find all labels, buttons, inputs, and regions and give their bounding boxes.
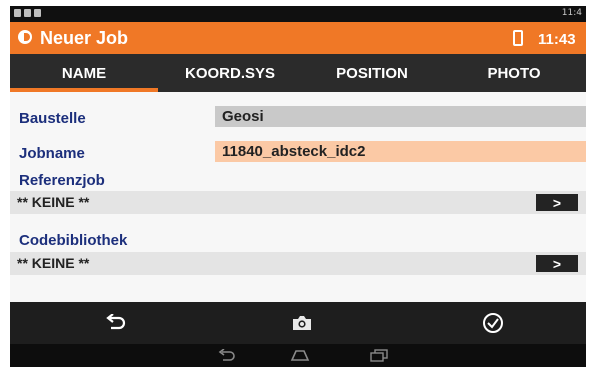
- referenzjob-picker[interactable]: ** KEINE ** >: [10, 191, 586, 214]
- codebibliothek-value: ** KEINE **: [17, 255, 90, 271]
- nav-back-icon[interactable]: [218, 349, 236, 362]
- clock: 11:43: [538, 31, 576, 48]
- tab-position[interactable]: POSITION: [302, 54, 442, 92]
- action-bar: Neuer Job 11:43: [10, 22, 586, 54]
- undo-arrow-icon[interactable]: [105, 314, 127, 332]
- checkmark-circle-icon[interactable]: [482, 312, 504, 334]
- status-bar: 11:4: [10, 6, 586, 22]
- system-nav-bar: [10, 344, 586, 367]
- notification-icon: [34, 9, 41, 17]
- referenzjob-value: ** KEINE **: [17, 194, 90, 210]
- codebibliothek-label: Codebibliothek: [19, 232, 128, 249]
- device-screen: 11:4 Neuer Job 11:43 NAME KOORD.SYS POSI…: [10, 6, 586, 367]
- baustelle-label: Baustelle: [19, 110, 86, 127]
- bottom-action-bar: [10, 302, 586, 344]
- job-form: Baustelle Geosi Jobname 11840_absteck_id…: [10, 92, 586, 302]
- codebibliothek-picker[interactable]: ** KEINE ** >: [10, 252, 586, 275]
- app-logo-icon: [18, 30, 32, 44]
- jobname-label: Jobname: [19, 145, 85, 162]
- nav-recent-apps-icon[interactable]: [370, 349, 388, 362]
- tab-photo[interactable]: PHOTO: [442, 54, 586, 92]
- referenzjob-select-button[interactable]: >: [536, 194, 578, 211]
- status-time: 11:4: [561, 8, 582, 18]
- baustelle-field: Geosi: [215, 106, 586, 127]
- tab-name[interactable]: NAME: [10, 54, 158, 92]
- page-title: Neuer Job: [40, 28, 129, 48]
- notification-icon: [24, 9, 31, 17]
- tab-bar: NAME KOORD.SYS POSITION PHOTO: [10, 54, 586, 92]
- tab-koord-sys[interactable]: KOORD.SYS: [158, 54, 302, 92]
- referenzjob-label: Referenzjob: [19, 172, 105, 189]
- codebibliothek-select-button[interactable]: >: [536, 255, 578, 272]
- battery-icon: [513, 30, 523, 46]
- camera-icon[interactable]: [292, 315, 312, 331]
- jobname-field[interactable]: 11840_absteck_idc2: [215, 141, 586, 162]
- nav-home-icon[interactable]: [290, 349, 310, 362]
- notification-icons: [14, 9, 41, 17]
- notification-icon: [14, 9, 21, 17]
